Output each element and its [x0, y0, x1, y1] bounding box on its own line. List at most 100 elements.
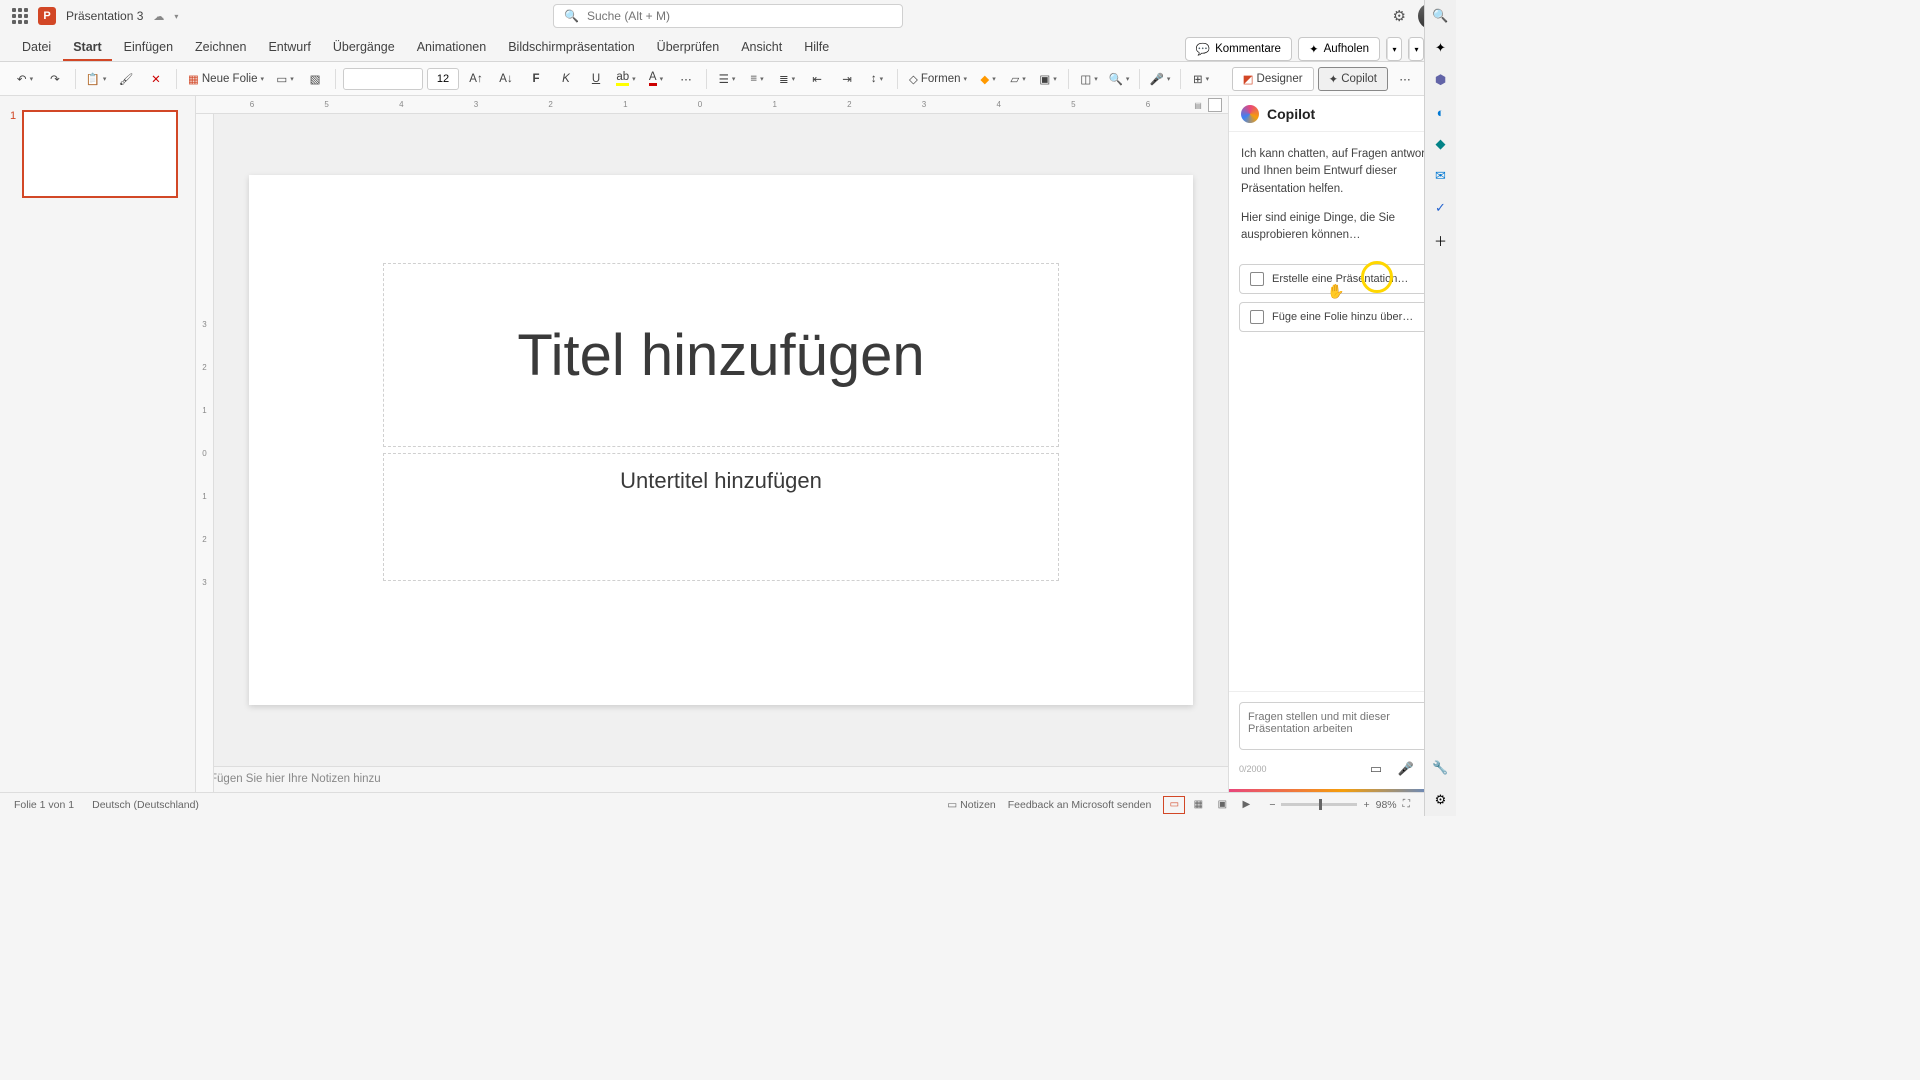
shape-outline-button[interactable]: ▱▾ [1005, 67, 1031, 91]
catchup-button[interactable]: ✦Aufholen [1298, 37, 1380, 61]
zoom-out-button[interactable]: − [1269, 799, 1275, 811]
document-title[interactable]: Präsentation 3 [66, 9, 143, 23]
present-dropdown[interactable]: ▾ [1387, 38, 1401, 60]
search-input[interactable] [587, 9, 892, 23]
align-button[interactable]: ≣▾ [774, 67, 800, 91]
notes-toggle[interactable]: ▭ Notizen [947, 799, 995, 811]
search-box[interactable]: 🔍 [553, 4, 903, 28]
tab-animationen[interactable]: Animationen [407, 34, 497, 61]
dictate-button[interactable]: 🎤▾ [1147, 67, 1173, 91]
new-slide-icon: ▦ [188, 72, 199, 86]
copilot-input[interactable] [1239, 702, 1446, 750]
slide-canvas-wrap[interactable]: Titel hinzufügen Untertitel hinzufügen [214, 114, 1228, 766]
zoom-in-button[interactable]: + [1363, 799, 1369, 811]
more-font-button[interactable]: ⋯ [673, 67, 699, 91]
chevron-down-icon[interactable]: ▾ [174, 12, 178, 21]
undo-button[interactable]: ↶▾ [12, 67, 38, 91]
suggestion-label: Füge eine Folie hinzu über… [1272, 311, 1413, 323]
designer-button[interactable]: ◩Designer [1232, 67, 1314, 91]
outline-toggle-button[interactable]: ▤ [1208, 98, 1222, 112]
slide-thumbnail-1[interactable] [22, 110, 178, 198]
new-slide-button[interactable]: ▦Neue Folie▾ [184, 67, 268, 91]
bold-button[interactable]: F [523, 67, 549, 91]
font-size-input[interactable] [427, 68, 459, 90]
format-painter-button[interactable]: 🖌 [113, 67, 139, 91]
reset-button[interactable]: ▧ [302, 67, 328, 91]
attach-icon[interactable]: ▭ [1366, 759, 1386, 779]
paste-button[interactable]: 📋▾ [83, 67, 109, 91]
tab-ueberpruefen[interactable]: Überprüfen [647, 34, 730, 61]
settings-gear-icon[interactable]: ⚙ [1393, 7, 1406, 25]
rail-teams-icon[interactable]: ⬢ [1431, 70, 1451, 90]
font-family-input[interactable] [343, 68, 423, 90]
increase-indent-button[interactable]: ⇥ [834, 67, 860, 91]
copilot-suggestion-add-slide[interactable]: Füge eine Folie hinzu über… [1239, 302, 1446, 332]
rail-tools-icon[interactable]: 🔧 [1431, 758, 1451, 778]
microphone-icon[interactable]: 🎤 [1396, 759, 1416, 779]
find-button[interactable]: 🔍▾ [1106, 67, 1132, 91]
tab-entwurf[interactable]: Entwurf [258, 34, 320, 61]
slide-canvas[interactable]: Titel hinzufügen Untertitel hinzufügen [249, 175, 1193, 705]
rail-todo-icon[interactable]: ✓ [1431, 198, 1451, 218]
copilot-suggestion-create[interactable]: Erstelle eine Präsentation… [1239, 264, 1446, 294]
rail-outlook-icon[interactable]: ✉ [1431, 166, 1451, 186]
rail-add-icon[interactable]: ＋ [1431, 230, 1451, 250]
more-commands-button[interactable]: ⋯ [1392, 67, 1418, 91]
underline-button[interactable]: U [583, 67, 609, 91]
copilot-button[interactable]: ✦Copilot [1318, 67, 1388, 91]
zoom-value[interactable]: 98% [1376, 799, 1397, 811]
slideshow-view-button[interactable]: ▶ [1235, 796, 1257, 814]
tab-uebergaenge[interactable]: Übergänge [323, 34, 405, 61]
subtitle-placeholder[interactable]: Untertitel hinzufügen [383, 453, 1059, 581]
reading-view-button[interactable]: ▣ [1211, 796, 1233, 814]
rail-edge-icon[interactable]: ◐ [1431, 102, 1451, 122]
app-launcher-icon[interactable] [12, 8, 28, 24]
increase-font-button[interactable]: A↑ [463, 67, 489, 91]
ribbon-toolbar: ↶▾ ↷ 📋▾ 🖌 ✕ ▦Neue Folie▾ ▭▾ ▧ A↑ A↓ F K … [0, 62, 1456, 96]
title-placeholder[interactable]: Titel hinzufügen [383, 263, 1059, 447]
insert-object-button[interactable]: ◫▾ [1076, 67, 1102, 91]
tab-bildschirmpraesentation[interactable]: Bildschirmpräsentation [498, 34, 644, 61]
bullets-button[interactable]: ☰▾ [714, 67, 740, 91]
line-spacing-button[interactable]: ↕▾ [864, 67, 890, 91]
notes-placeholder: Fügen Sie hier Ihre Notizen hinzu [210, 773, 381, 785]
highlight-button[interactable]: ab▾ [613, 67, 639, 91]
rail-search-icon[interactable]: 🔍 [1431, 6, 1451, 26]
rail-settings-icon[interactable]: ⚙ [1431, 790, 1451, 810]
redo-button[interactable]: ↷ [42, 67, 68, 91]
layout-button[interactable]: ▭▾ [272, 67, 298, 91]
tab-ansicht[interactable]: Ansicht [731, 34, 792, 61]
fit-to-window-button[interactable]: ⛶ [1403, 798, 1410, 811]
language-status[interactable]: Deutsch (Deutschland) [92, 799, 199, 811]
shape-fill-button[interactable]: ◆▾ [975, 67, 1001, 91]
tab-hilfe[interactable]: Hilfe [794, 34, 839, 61]
font-color-button[interactable]: A▾ [643, 67, 669, 91]
tab-datei[interactable]: Datei [12, 34, 61, 61]
decrease-indent-button[interactable]: ⇤ [804, 67, 830, 91]
italic-button[interactable]: K [553, 67, 579, 91]
decrease-font-button[interactable]: A↓ [493, 67, 519, 91]
sorter-view-button[interactable]: ▦ [1187, 796, 1209, 814]
shapes-button[interactable]: ◇Formen▾ [905, 67, 971, 91]
present-button[interactable]: ▣Präsentieren▾ [1386, 37, 1402, 61]
edit-dropdown[interactable]: ▾ [1409, 38, 1423, 60]
slide-counter[interactable]: Folie 1 von 1 [14, 799, 74, 811]
normal-view-button[interactable]: ▭ [1163, 796, 1185, 814]
addins-button[interactable]: ⊞▾ [1188, 67, 1214, 91]
comments-button[interactable]: 💬Kommentare [1185, 37, 1292, 61]
zoom-slider[interactable] [1281, 803, 1357, 806]
horizontal-ruler: 6 5 4 3 2 1 0 1 2 3 4 5 6 ▤ [196, 96, 1228, 114]
tab-zeichnen[interactable]: Zeichnen [185, 34, 256, 61]
edit-button[interactable]: ✎Bearbeiten▾ [1408, 37, 1424, 61]
shapes-icon: ◇ [909, 72, 918, 86]
notes-area[interactable]: Fügen Sie hier Ihre Notizen hinzu [196, 766, 1228, 792]
arrange-button[interactable]: ▣▾ [1035, 67, 1061, 91]
tab-start[interactable]: Start [63, 34, 111, 61]
catchup-icon: ✦ [1309, 42, 1319, 56]
rail-copilot-icon[interactable]: ✦ [1431, 38, 1451, 58]
tab-einfuegen[interactable]: Einfügen [114, 34, 183, 61]
numbering-button[interactable]: ≡▾ [744, 67, 770, 91]
rail-viva-icon[interactable]: ◆ [1431, 134, 1451, 154]
cut-button[interactable]: ✕ [143, 67, 169, 91]
feedback-link[interactable]: Feedback an Microsoft senden [1008, 799, 1152, 811]
